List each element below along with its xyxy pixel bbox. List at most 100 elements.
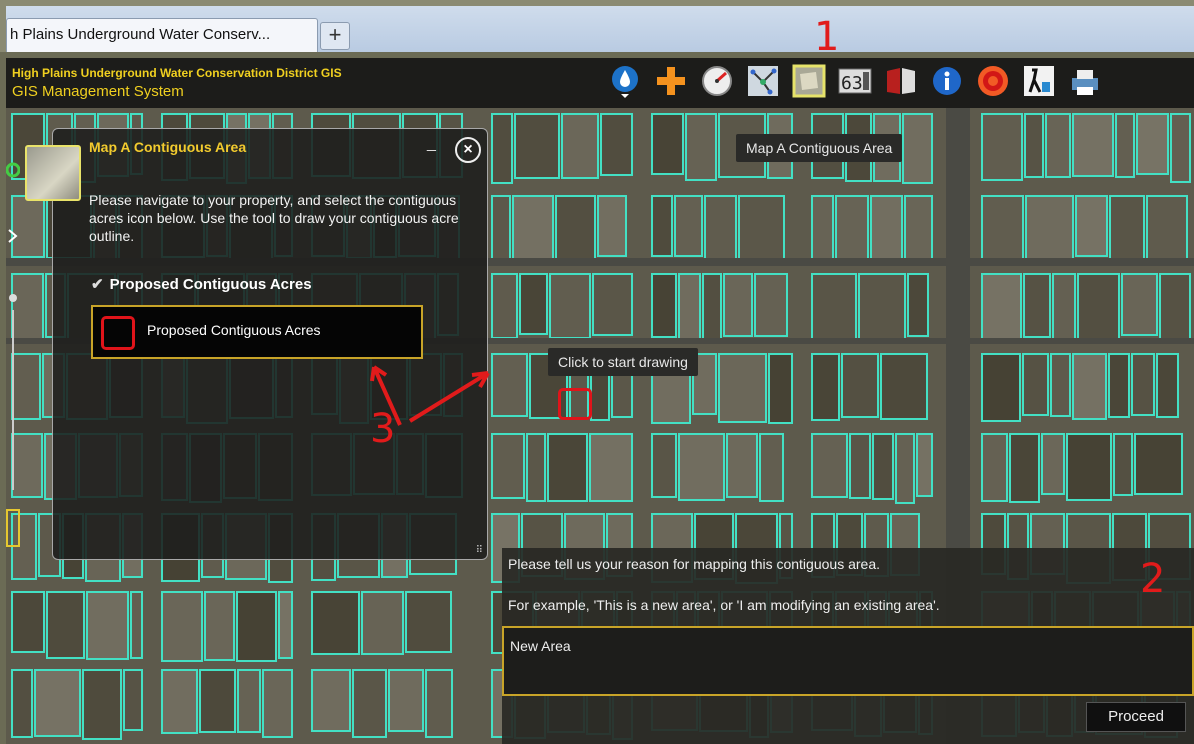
parcel	[514, 113, 560, 179]
parcel	[811, 353, 840, 421]
panel-instructions: Please navigate to your property, and se…	[89, 192, 459, 244]
parcel	[519, 273, 548, 335]
parcel	[858, 273, 906, 343]
parcel	[1113, 433, 1133, 496]
parcel	[1041, 433, 1065, 495]
parcel	[1009, 433, 1040, 503]
parcel	[835, 195, 869, 266]
parcel	[237, 669, 261, 733]
parcel	[425, 669, 453, 738]
measure-icon[interactable]	[1020, 62, 1058, 100]
draw-button-label: Proposed Contiguous Acres	[147, 322, 321, 338]
parcel	[11, 591, 45, 653]
parcel	[738, 195, 785, 262]
parcel	[1052, 273, 1076, 344]
parcel	[561, 113, 599, 179]
plus-icon[interactable]	[652, 62, 690, 100]
polygon-swatch-icon	[101, 316, 135, 350]
parcel	[726, 433, 758, 498]
parcel	[904, 195, 933, 261]
parcel	[870, 195, 903, 266]
proposed-contiguous-acres-draw-button[interactable]: Proposed Contiguous Acres	[91, 305, 423, 359]
parcel	[907, 273, 929, 337]
draw-cursor-marker	[558, 388, 592, 420]
parcel	[199, 669, 236, 733]
parcel	[723, 273, 753, 337]
map-nav-control[interactable]	[6, 140, 20, 560]
parcel	[1156, 353, 1179, 418]
parcel	[902, 113, 933, 184]
checkmark-icon: ✔	[91, 276, 104, 293]
print-icon[interactable]	[1066, 62, 1104, 100]
parcel	[880, 353, 928, 420]
parcel	[547, 433, 588, 502]
meter-counter-icon[interactable]: 63	[836, 62, 874, 100]
parcel	[278, 591, 293, 659]
parcel	[1024, 113, 1044, 178]
parcel	[1066, 433, 1112, 501]
parcel	[361, 591, 404, 655]
resize-handle-icon[interactable]: ⠿	[476, 545, 483, 556]
new-tab-button[interactable]: +	[320, 22, 350, 50]
parcel	[82, 669, 122, 740]
target-icon[interactable]	[974, 62, 1012, 100]
parcel	[841, 353, 879, 418]
layer-checkbox[interactable]: ✔ Proposed Contiguous Acres	[91, 275, 312, 293]
parcel	[34, 669, 81, 737]
panel-title: Map A Contiguous Area	[89, 139, 247, 155]
parcel	[1072, 353, 1107, 420]
proceed-button[interactable]: Proceed	[1086, 702, 1186, 732]
parcel	[130, 591, 143, 659]
annotation-1: 1	[814, 14, 840, 60]
close-button[interactable]: ×	[455, 137, 481, 163]
map-contiguous-area-panel: Map A Contiguous Area _ × Please navigat…	[25, 128, 488, 560]
parcel	[597, 195, 627, 257]
tool-tooltip: Map A Contiguous Area	[736, 134, 903, 162]
parcel	[491, 273, 518, 339]
toolbar: 63	[606, 62, 1104, 100]
network-icon[interactable]	[744, 62, 782, 100]
parcel	[526, 433, 546, 502]
parcel	[1023, 273, 1051, 338]
water-drop-icon[interactable]	[606, 62, 644, 100]
reason-input[interactable]	[502, 626, 1194, 696]
parcel	[592, 273, 633, 336]
parcel	[702, 273, 722, 340]
gauge-icon[interactable]	[698, 62, 736, 100]
parcel	[811, 433, 848, 498]
map-contiguous-area-icon[interactable]	[790, 62, 828, 100]
parcel	[262, 669, 293, 738]
parcel	[759, 433, 784, 502]
parcel	[405, 591, 452, 653]
parcel	[1121, 273, 1158, 336]
parcel	[651, 433, 677, 498]
reason-panel: Please tell us your reason for mapping t…	[502, 548, 1194, 744]
parcel	[1077, 273, 1120, 342]
parcel	[1022, 353, 1049, 416]
minimize-button[interactable]: _	[427, 135, 441, 157]
parcel	[204, 591, 235, 661]
parcel	[236, 591, 277, 662]
info-icon[interactable]	[928, 62, 966, 100]
parcel	[981, 195, 1024, 266]
parcel	[491, 433, 525, 499]
browser-tab[interactable]: h Plains Underground Water Conserv...	[6, 18, 318, 52]
parcel	[768, 353, 793, 424]
app-header: High Plains Underground Water Conservati…	[6, 58, 1194, 108]
parcel	[86, 591, 129, 660]
parcel	[811, 195, 834, 265]
parcel	[311, 669, 351, 732]
svg-text:63: 63	[841, 73, 863, 94]
book-icon[interactable]	[882, 62, 920, 100]
parcel	[754, 273, 788, 337]
parcel	[872, 433, 894, 500]
parcel	[849, 433, 871, 499]
parcel	[678, 433, 725, 501]
parcel	[1159, 273, 1191, 341]
annotation-3: 3	[370, 406, 396, 452]
parcel	[678, 273, 701, 342]
parcel	[1050, 353, 1071, 417]
parcel	[491, 195, 511, 264]
parcel	[311, 591, 360, 655]
parcel	[651, 195, 673, 257]
